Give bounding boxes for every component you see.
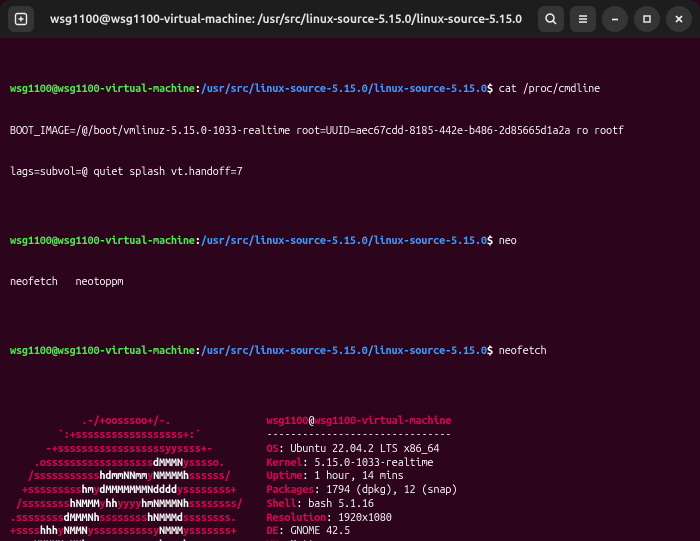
search-icon xyxy=(544,12,558,26)
search-button[interactable] xyxy=(538,6,564,32)
terminal-body[interactable]: wsg1100@wsg1100-virtual-machine:/usr/src… xyxy=(0,38,700,541)
neofetch-output: .-/+oosssoo+/-. `:+ssssssssssssssssss+:`… xyxy=(10,415,690,541)
command-text: cat /proc/cmdline xyxy=(499,83,600,95)
menu-icon xyxy=(576,12,590,26)
command-text: neofetch xyxy=(499,345,547,357)
system-info: wsg1100@wsg1100-virtual-machine---------… xyxy=(266,415,554,541)
window-title: wsg1100@wsg1100-virtual-machine: /usr/sr… xyxy=(40,12,532,27)
minimize-button[interactable] xyxy=(602,6,628,32)
prompt-path: /usr/src/linux-source-5.15.0/linux-sourc… xyxy=(201,83,487,95)
completion-line: neofetch neotoppm xyxy=(10,276,690,290)
info-host: wsg1100-virtual-machine xyxy=(314,415,451,427)
new-tab-button[interactable] xyxy=(8,6,34,32)
ascii-art: .-/+oosssoo+/-. `:+ssssssssssssssssss+:`… xyxy=(10,415,242,541)
terminal-window: wsg1100@wsg1100-virtual-machine: /usr/sr… xyxy=(0,0,700,541)
info-user: wsg1100 xyxy=(266,415,308,427)
new-tab-icon xyxy=(14,12,28,26)
close-icon xyxy=(673,13,685,25)
output-line: BOOT_IMAGE=/@/boot/vmlinuz-5.15.0-1033-r… xyxy=(10,125,690,139)
prompt-user: wsg1100@wsg1100-virtual-machine xyxy=(10,83,195,95)
menu-button[interactable] xyxy=(570,6,596,32)
maximize-button[interactable] xyxy=(634,6,660,32)
command-text: neo xyxy=(499,235,517,247)
close-button[interactable] xyxy=(666,6,692,32)
output-line: lags=subvol=@ quiet splash vt.handoff=7 xyxy=(10,166,690,180)
prompt-line: wsg1100@wsg1100-virtual-machine:/usr/src… xyxy=(10,83,690,97)
prompt-line: wsg1100@wsg1100-virtual-machine:/usr/src… xyxy=(10,235,690,249)
minimize-icon xyxy=(609,13,621,25)
prompt-line: wsg1100@wsg1100-virtual-machine:/usr/src… xyxy=(10,345,690,359)
titlebar: wsg1100@wsg1100-virtual-machine: /usr/sr… xyxy=(0,0,700,38)
maximize-icon xyxy=(641,13,653,25)
